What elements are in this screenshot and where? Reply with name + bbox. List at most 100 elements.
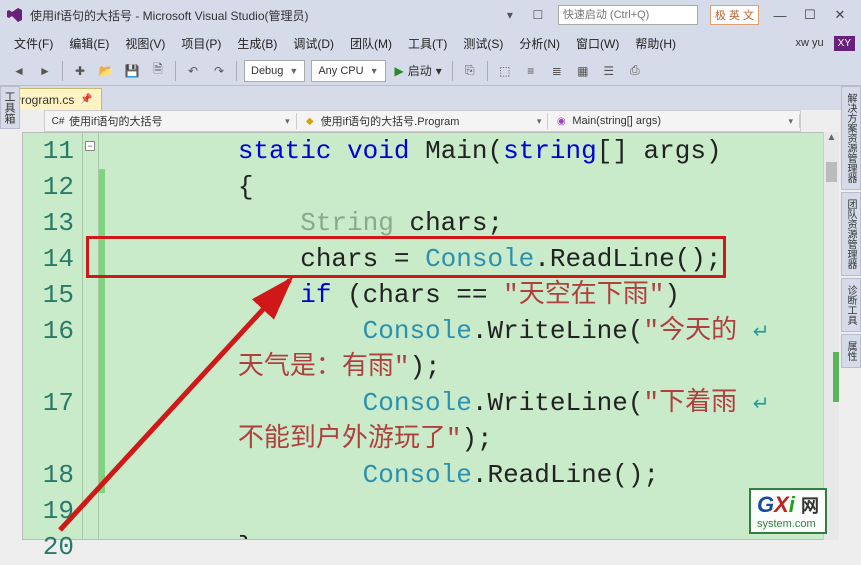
- csharp-project-icon: C#: [51, 114, 65, 128]
- diagnostic-tools-tab[interactable]: 诊断工具: [841, 278, 861, 332]
- code-line[interactable]: }: [113, 529, 838, 539]
- menu-tools[interactable]: 工具(T): [400, 33, 455, 54]
- separator: [452, 61, 453, 81]
- feedback-icon[interactable]: ☐: [528, 5, 548, 25]
- code-line[interactable]: Console.ReadLine();: [113, 457, 838, 493]
- class-icon: ◆: [303, 114, 317, 128]
- line-number: 20: [23, 529, 74, 565]
- code-area[interactable]: static void Main(string[] args) { String…: [105, 133, 838, 539]
- line-number: 14: [23, 241, 74, 277]
- separator: [175, 61, 176, 81]
- toolbar-icon[interactable]: ▦: [571, 59, 595, 83]
- line-number: [23, 349, 74, 385]
- signed-in-user[interactable]: xw yu: [790, 35, 830, 51]
- code-line[interactable]: static void Main(string[] args): [113, 133, 838, 169]
- document-tabs: Program.cs 📌: [0, 86, 861, 110]
- toolbar-icon[interactable]: ⎙: [623, 59, 647, 83]
- titlebar: 使用if语句的大括号 - Microsoft Visual Studio(管理员…: [0, 0, 861, 30]
- ime-badge[interactable]: 极 英 文: [710, 5, 759, 25]
- play-icon: ▶: [395, 64, 404, 78]
- vertical-scrollbar[interactable]: ▲: [823, 132, 839, 540]
- nav-seg-label: 使用if语句的大括号.Program: [321, 113, 460, 129]
- separator: [487, 61, 488, 81]
- undo-button[interactable]: ↶: [181, 59, 205, 83]
- line-number: 19: [23, 493, 74, 529]
- fold-toggle[interactable]: −: [85, 141, 95, 151]
- menu-help[interactable]: 帮助(H): [627, 33, 684, 54]
- solution-config-dropdown[interactable]: Debug▼: [244, 60, 305, 82]
- scroll-up-button[interactable]: ▲: [824, 132, 839, 148]
- menu-debug[interactable]: 调试(D): [285, 33, 342, 54]
- menu-test[interactable]: 测试(S): [455, 33, 511, 54]
- maximize-button[interactable]: ☐: [795, 3, 825, 27]
- minimize-button[interactable]: —: [765, 3, 795, 27]
- properties-tab[interactable]: 属性: [841, 334, 861, 368]
- line-number: 17: [23, 385, 74, 421]
- nav-seg-label: Main(string[] args): [572, 115, 661, 127]
- menubar: 文件(F) 编辑(E) 视图(V) 项目(P) 生成(B) 调试(D) 团队(M…: [0, 30, 861, 56]
- nav-seg-label: 使用if语句的大括号: [69, 113, 163, 129]
- line-number: 18: [23, 457, 74, 493]
- toolbar-icon[interactable]: ☰: [597, 59, 621, 83]
- scroll-thumb[interactable]: [826, 162, 837, 182]
- scroll-change-marker: [833, 352, 839, 402]
- code-line[interactable]: Console.WriteLine("下着雨 ↵: [113, 385, 838, 421]
- vs-logo-icon: [6, 6, 24, 24]
- toolbar: ◄ ► ✚ 📂 💾 🗎 ↶ ↷ Debug▼ Any CPU▼ ▶启动▾ ⎘ ⬚…: [0, 56, 861, 86]
- code-line[interactable]: {: [113, 169, 838, 205]
- code-line[interactable]: 不能到户外游玩了");: [113, 421, 838, 457]
- toolbar-icon[interactable]: ⬚: [493, 59, 517, 83]
- save-all-button[interactable]: 🗎: [146, 59, 170, 83]
- menu-analyze[interactable]: 分析(N): [511, 33, 568, 54]
- toolbar-icon[interactable]: ≡: [519, 59, 543, 83]
- nav-forward-button[interactable]: ►: [33, 59, 57, 83]
- quick-launch-input[interactable]: [558, 5, 698, 25]
- separator: [62, 61, 63, 81]
- menu-build[interactable]: 生成(B): [229, 33, 285, 54]
- step-button[interactable]: ⎘: [458, 59, 482, 83]
- menu-view[interactable]: 视图(V): [117, 33, 173, 54]
- solution-explorer-tab[interactable]: 解决方案资源管理器: [841, 86, 861, 190]
- line-number: [23, 421, 74, 457]
- watermark-badge: GXi 网 system.com: [749, 488, 827, 534]
- line-number: 11: [23, 133, 74, 169]
- code-line[interactable]: 天气是：有雨");: [113, 349, 838, 385]
- nav-project-dropdown[interactable]: C# 使用if语句的大括号 ▾: [45, 113, 297, 129]
- menu-edit[interactable]: 编辑(E): [61, 33, 117, 54]
- menu-file[interactable]: 文件(F): [6, 33, 61, 54]
- save-button[interactable]: 💾: [120, 59, 144, 83]
- toolbox-side-tab[interactable]: 工具箱: [0, 86, 20, 129]
- code-editor[interactable]: 11121314151617181920 − static void Main(…: [22, 132, 839, 540]
- team-explorer-tab[interactable]: 团队资源管理器: [841, 192, 861, 276]
- code-line[interactable]: [113, 493, 838, 529]
- pin-icon[interactable]: 📌: [80, 94, 92, 105]
- menu-window[interactable]: 窗口(W): [568, 33, 627, 54]
- code-line[interactable]: Console.WriteLine("今天的 ↵: [113, 313, 838, 349]
- toolbar-icon[interactable]: ≣: [545, 59, 569, 83]
- nav-method-dropdown[interactable]: ◉ Main(string[] args) ▾: [548, 114, 800, 128]
- nav-class-dropdown[interactable]: ◆ 使用if语句的大括号.Program ▾: [297, 113, 549, 129]
- close-button[interactable]: ✕: [825, 3, 855, 27]
- start-debug-button[interactable]: ▶启动▾: [389, 62, 448, 79]
- right-tool-tabs: 解决方案资源管理器 团队资源管理器 诊断工具 属性: [841, 86, 861, 370]
- line-number: 16: [23, 313, 74, 349]
- window-title: 使用if语句的大括号 - Microsoft Visual Studio(管理员…: [30, 7, 309, 24]
- separator: [236, 61, 237, 81]
- menu-team[interactable]: 团队(M): [342, 33, 400, 54]
- user-initials-badge[interactable]: XY: [834, 36, 855, 51]
- line-number: 15: [23, 277, 74, 313]
- line-number: 13: [23, 205, 74, 241]
- redo-button[interactable]: ↷: [207, 59, 231, 83]
- nav-back-button[interactable]: ◄: [7, 59, 31, 83]
- new-project-button[interactable]: ✚: [68, 59, 92, 83]
- line-number-gutter: 11121314151617181920: [23, 133, 83, 539]
- code-line[interactable]: chars = Console.ReadLine();: [113, 241, 838, 277]
- outlining-margin[interactable]: −: [83, 133, 99, 539]
- code-line[interactable]: String chars;: [113, 205, 838, 241]
- menu-project[interactable]: 项目(P): [173, 33, 229, 54]
- notifications-icon[interactable]: ▾: [500, 5, 520, 25]
- solution-platform-dropdown[interactable]: Any CPU▼: [311, 60, 385, 82]
- open-file-button[interactable]: 📂: [94, 59, 118, 83]
- code-line[interactable]: if (chars == "天空在下雨"): [113, 277, 838, 313]
- navigation-bar: C# 使用if语句的大括号 ▾ ◆ 使用if语句的大括号.Program ▾ ◉…: [44, 110, 801, 132]
